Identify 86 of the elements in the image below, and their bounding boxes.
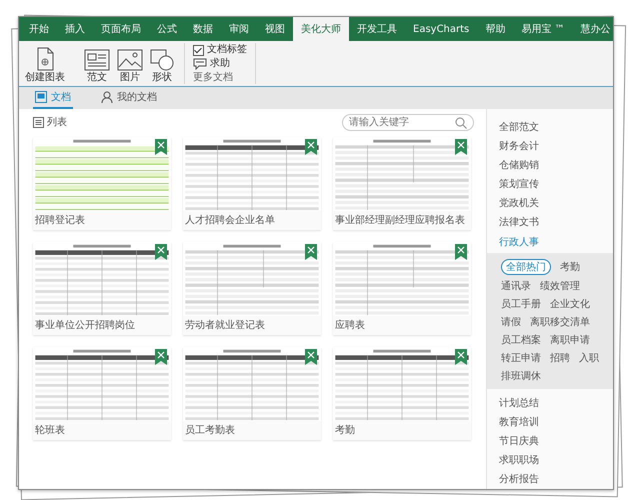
checkbox[interactable] <box>193 44 204 56</box>
group-label: 更多文档 <box>193 72 234 84</box>
template-name: 考勤 <box>334 424 356 438</box>
category-item[interactable]: 教育培训 <box>487 412 613 432</box>
template-name: 招聘登记表 <box>34 214 86 228</box>
tag-link[interactable]: 绩效管理 <box>540 279 580 294</box>
bookmark-icon <box>155 139 167 155</box>
bookmark-icon <box>155 244 167 260</box>
bookmark-icon <box>305 244 317 260</box>
category-item[interactable]: 党政机关 <box>487 194 613 213</box>
bookmark-icon <box>455 244 467 260</box>
category-item[interactable]: 计划总结 <box>487 393 613 412</box>
ribbon-tab[interactable]: 慧办公 <box>572 17 613 41</box>
category-item[interactable]: 节日庆典 <box>487 432 613 451</box>
category-item[interactable]: 仓储购销 <box>487 155 613 175</box>
ribbon-button[interactable]: 形状 <box>148 49 176 84</box>
template-name: 应聘表 <box>334 318 366 333</box>
tag-link[interactable]: 考勤 <box>560 259 580 276</box>
checkbox-option[interactable]: 文档标签 <box>193 43 247 57</box>
tag-link[interactable]: 通讯录 <box>501 279 531 294</box>
template-name: 员工考勤表 <box>184 424 236 438</box>
ribbon-tab[interactable]: 易用宝 ™ <box>513 17 572 41</box>
template-card[interactable]: 事业部经理副经理应聘报名表 <box>333 137 471 230</box>
tag-link[interactable]: 请假 <box>501 315 521 330</box>
ribbon-tab[interactable]: 插入 <box>57 17 93 41</box>
category-item[interactable]: 财务会计 <box>487 136 613 156</box>
ribbon-button[interactable]: 范文 <box>82 49 112 84</box>
ribbon-tab[interactable]: EasyCharts <box>405 17 478 41</box>
search-field[interactable]: 请输入关键字 <box>342 114 474 130</box>
template-card[interactable]: 轮班表 <box>33 347 171 440</box>
list-view-button[interactable]: 列表 <box>33 115 67 129</box>
tag-link[interactable]: 入职 <box>579 351 599 366</box>
template-card[interactable]: 应聘表 <box>333 242 471 335</box>
document-icon <box>84 49 110 71</box>
document-icon <box>35 91 47 103</box>
category-item[interactable]: 全部范文 <box>487 117 613 136</box>
template-name: 劳动者就业登记表 <box>184 318 266 333</box>
speech-bubble-icon <box>193 58 207 70</box>
template-card[interactable]: 劳动者就业登记表 <box>183 242 321 335</box>
tag-link[interactable]: 企业文化 <box>550 297 590 312</box>
tag-link[interactable]: 员工档案 <box>501 333 541 348</box>
ribbon-button[interactable]: 图片 <box>115 49 145 84</box>
bookmark-icon <box>155 349 167 365</box>
ribbon-button[interactable]: 创建图表 <box>23 47 67 84</box>
ribbon-tab[interactable]: 美化大师 <box>293 17 349 41</box>
template-name: 事业部经理副经理应聘报名表 <box>334 214 466 228</box>
search-icon <box>455 116 467 128</box>
picture-icon <box>117 49 143 71</box>
ribbon-tab[interactable]: 公式 <box>149 17 185 41</box>
template-name: 轮班表 <box>34 424 66 438</box>
template-card[interactable]: 招聘登记表 <box>33 137 171 230</box>
template-name: 人才招聘会企业名单 <box>184 214 276 228</box>
help-button[interactable]: 求助 <box>193 57 247 71</box>
category-item[interactable]: 求职职场 <box>487 450 613 470</box>
chart-file-icon <box>35 47 55 71</box>
tag-link[interactable]: 离职移交清单 <box>530 315 590 330</box>
tag-link[interactable]: 排班调休 <box>501 369 541 384</box>
bookmark-icon <box>455 139 467 155</box>
bookmark-icon <box>305 349 317 365</box>
ribbon-tab[interactable]: 开始 <box>21 17 57 41</box>
ribbon-tab[interactable]: 开发工具 <box>349 17 405 41</box>
user-icon <box>101 91 113 103</box>
category-item[interactable]: 策划宣传 <box>487 174 613 194</box>
shapes-icon <box>150 49 174 71</box>
document-tab[interactable]: 我的文档 <box>99 87 159 109</box>
tag-link[interactable]: 员工手册 <box>501 297 541 312</box>
ribbon-tab[interactable]: 数据 <box>185 17 221 41</box>
template-card[interactable]: 员工考勤表 <box>183 347 321 440</box>
tag-link[interactable]: 全部热门 <box>501 259 551 276</box>
tag-link[interactable]: 转正申请 <box>501 351 541 366</box>
ribbon-tab[interactable]: 帮助 <box>477 17 514 41</box>
category-item[interactable]: 法律文书 <box>487 212 613 232</box>
tag-link[interactable]: 离职申请 <box>550 333 590 348</box>
list-icon <box>33 116 44 128</box>
template-card[interactable]: 事业单位公开招聘岗位 <box>33 242 171 335</box>
template-name: 事业单位公开招聘岗位 <box>34 318 136 333</box>
template-card[interactable]: 考勤 <box>333 347 471 440</box>
bookmark-icon <box>305 139 317 155</box>
ribbon-tab[interactable]: 审阅 <box>221 17 257 41</box>
ribbon-tab[interactable]: 页面布局 <box>93 17 149 41</box>
tag-link[interactable]: 招聘 <box>550 351 570 366</box>
category-item[interactable]: 分析报告 <box>487 470 613 490</box>
bookmark-icon <box>455 349 467 365</box>
template-card[interactable]: 人才招聘会企业名单 <box>183 137 321 230</box>
ribbon-tab[interactable]: 视图 <box>257 17 293 41</box>
category-item[interactable]: 行政人事 <box>487 232 613 252</box>
